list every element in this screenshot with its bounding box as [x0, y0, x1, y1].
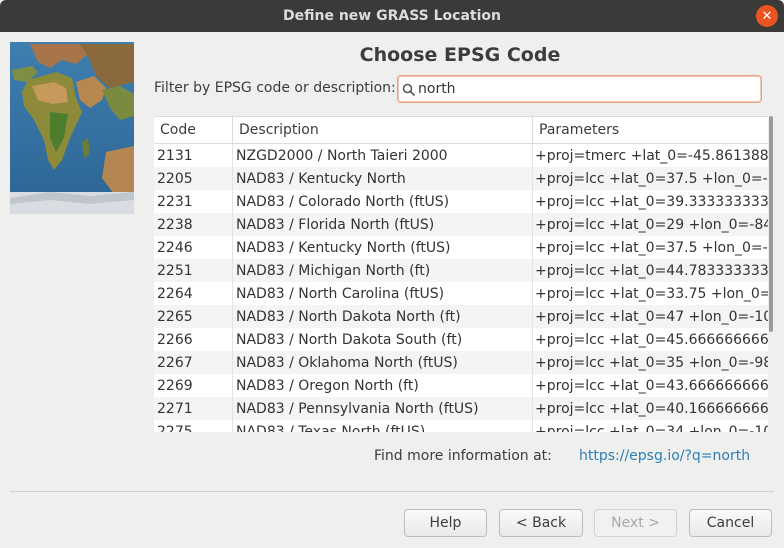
filter-label: Filter by EPSG code or description: [154, 80, 396, 96]
table-row[interactable]: 2238 NAD83 / Florida North (ftUS) +proj=lc… [154, 213, 768, 236]
table-row[interactable]: 2271 NAD83 / Pennsylvania North (ftUS) +pr… [154, 397, 768, 420]
cell-description: NAD83 / Oregon North (ft) [233, 374, 533, 397]
cell-code: 2266 [154, 328, 233, 351]
column-header-description[interactable]: Description [233, 117, 533, 143]
epsg-io-link[interactable]: https://epsg.io/?q=north [579, 448, 750, 464]
close-icon: ✕ [761, 8, 773, 24]
cell-description: NAD83 / Kentucky North [233, 167, 533, 190]
cell-description: NAD83 / Kentucky North (ftUS) [233, 236, 533, 259]
cell-description: NAD83 / Michigan North (ft) [233, 259, 533, 282]
table-row[interactable]: 2275 NAD83 / Texas North (ftUS) +proj=lcc … [154, 420, 768, 432]
cell-parameters: +proj=lcc +lat_0=29 +lon_0=-84.5 +l [535, 216, 768, 233]
world-map-image [10, 42, 134, 214]
cell-description: NAD83 / Florida North (ftUS) [233, 213, 533, 236]
cell-code: 2275 [154, 420, 233, 432]
table-row[interactable]: 2131 NZGD2000 / North Taieri 2000 +proj=tm… [154, 144, 768, 167]
cell-description: NAD83 / Colorado North (ftUS) [233, 190, 533, 213]
table-row[interactable]: 2269 NAD83 / Oregon North (ft) +proj=lcc +… [154, 374, 768, 397]
cancel-button[interactable]: Cancel [689, 509, 772, 537]
cell-code: 2246 [154, 236, 233, 259]
table-row[interactable]: 2264 NAD83 / North Carolina (ftUS) +proj=l… [154, 282, 768, 305]
cell-parameters: +proj=lcc +lat_0=47 +lon_0=-100.5 + [535, 308, 768, 325]
epsg-table[interactable]: Code Description Parameters 2131 NZGD2000… [154, 116, 768, 432]
cell-code: 2264 [154, 282, 233, 305]
cell-parameters: +proj=lcc +lat_0=37.5 +lon_0=-84.25 [535, 170, 768, 187]
window-title: Define new GRASS Location [283, 8, 501, 24]
table-row[interactable]: 2246 NAD83 / Kentucky North (ftUS) +proj=l… [154, 236, 768, 259]
table-row[interactable]: 2267 NAD83 / Oklahoma North (ftUS) +proj=l… [154, 351, 768, 374]
search-box[interactable] [397, 75, 762, 103]
cell-code: 2231 [154, 190, 233, 213]
column-header-parameters[interactable]: Parameters [533, 117, 768, 143]
cell-parameters: +proj=lcc +lat_0=33.75 +lon_0=-79 + [535, 285, 768, 302]
cell-code: 2267 [154, 351, 233, 374]
cell-parameters: +proj=lcc +lat_0=43.6666666666667 [535, 377, 768, 394]
cell-code: 2238 [154, 213, 233, 236]
cell-parameters: +proj=lcc +lat_0=44.7833333333333 [535, 262, 768, 279]
cell-code: 2131 [154, 144, 233, 167]
cell-code: 2251 [154, 259, 233, 282]
cell-code: 2269 [154, 374, 233, 397]
cell-code: 2205 [154, 167, 233, 190]
table-row[interactable]: 2265 NAD83 / North Dakota North (ft) +proj… [154, 305, 768, 328]
cell-parameters: +proj=lcc +lat_0=35 +lon_0=-98 +lat [535, 354, 768, 371]
table-row[interactable]: 2231 NAD83 / Colorado North (ftUS) +proj=l… [154, 190, 768, 213]
cell-parameters: +proj=lcc +lat_0=45.6666666666667 [535, 331, 768, 348]
cell-description: NAD83 / North Dakota North (ft) [233, 305, 533, 328]
vertical-scrollbar[interactable] [769, 116, 773, 332]
back-button[interactable]: < Back [499, 509, 583, 537]
cell-parameters: +proj=lcc +lat_0=39.3333333333333 [535, 193, 768, 210]
cell-parameters: +proj=lcc +lat_0=40.1666666666667 [535, 400, 768, 417]
close-button[interactable]: ✕ [756, 5, 778, 27]
cell-parameters: +proj=lcc +lat_0=34 +lon_0=-101.5 + [535, 423, 768, 433]
cell-parameters: +proj=lcc +lat_0=37.5 +lon_0=-84.25 [535, 239, 768, 256]
window-titlebar: Define new GRASS Location ✕ [0, 0, 784, 32]
page-heading: Choose EPSG Code [359, 44, 561, 66]
cell-parameters: +proj=tmerc +lat_0=-45.86138888 [535, 147, 768, 164]
table-row[interactable]: 2251 NAD83 / Michigan North (ft) +proj=lcc… [154, 259, 768, 282]
cell-description: NAD83 / North Dakota South (ft) [233, 328, 533, 351]
table-body: 2131 NZGD2000 / North Taieri 2000 +proj=tm… [154, 144, 768, 432]
cell-description: NAD83 / Oklahoma North (ftUS) [233, 351, 533, 374]
divider [10, 491, 774, 492]
cell-description: NAD83 / Pennsylvania North (ftUS) [233, 397, 533, 420]
cell-description: NZGD2000 / North Taieri 2000 [233, 144, 533, 167]
more-info-label: Find more information at: [374, 448, 552, 464]
table-row[interactable]: 2266 NAD83 / North Dakota South (ft) +proj… [154, 328, 768, 351]
next-button[interactable]: Next > [594, 509, 677, 537]
search-icon [402, 82, 416, 97]
help-button[interactable]: Help [404, 509, 487, 537]
cell-description: NAD83 / Texas North (ftUS) [233, 420, 533, 432]
table-header: Code Description Parameters [154, 117, 768, 144]
cell-code: 2265 [154, 305, 233, 328]
cell-description: NAD83 / North Carolina (ftUS) [233, 282, 533, 305]
cell-code: 2271 [154, 397, 233, 420]
column-header-code[interactable]: Code [154, 117, 233, 143]
table-row[interactable]: 2205 NAD83 / Kentucky North +proj=lcc +lat… [154, 167, 768, 190]
search-input[interactable] [418, 79, 756, 99]
